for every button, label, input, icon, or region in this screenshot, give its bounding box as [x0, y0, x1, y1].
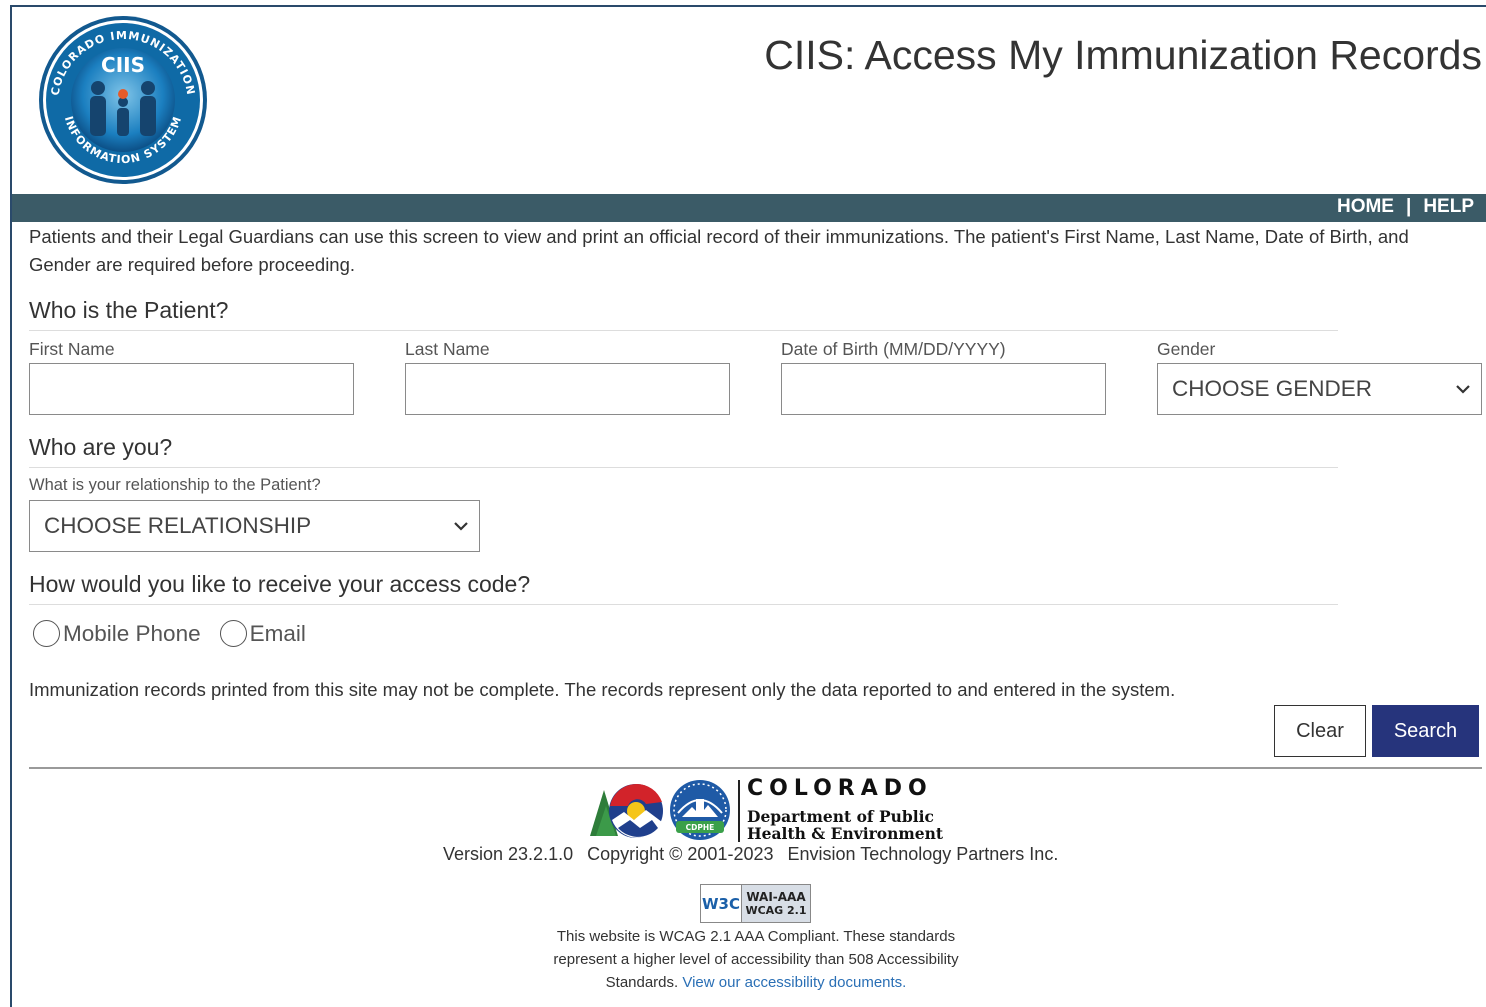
top-navbar: HOME | HELP	[12, 194, 1486, 222]
section-divider	[29, 604, 1338, 605]
chevron-down-icon	[454, 522, 468, 531]
nav-separator: |	[1405, 196, 1412, 217]
section-divider	[29, 330, 1338, 331]
wcag-badge-line-2: WCAG 2.1	[745, 904, 807, 917]
mobile-phone-radio[interactable]	[33, 620, 60, 647]
wcag-compliance-text: This website is WCAG 2.1 AAA Compliant. …	[530, 925, 982, 994]
svg-text:CDPHE: CDPHE	[686, 823, 715, 832]
colorado-state-logo	[590, 783, 663, 838]
dob-input[interactable]	[781, 363, 1106, 415]
records-notice: Immunization records printed from this s…	[29, 679, 1176, 700]
gender-select[interactable]: CHOOSE GENDER	[1157, 363, 1482, 415]
footer-divider	[29, 767, 1482, 769]
dob-label: Date of Birth (MM/DD/YYYY)	[781, 339, 1006, 359]
department-name: Department of Public Health & Environmen…	[747, 808, 943, 842]
access-section-title: How would you like to receive your acces…	[29, 571, 531, 597]
access-code-options: Mobile Phone Email	[33, 620, 325, 647]
relationship-label: What is your relationship to the Patient…	[29, 476, 321, 494]
first-name-label: First Name	[29, 339, 115, 359]
relationship-select[interactable]: CHOOSE RELATIONSHIP	[29, 500, 480, 552]
copyright-text: Copyright © 2001-2023	[587, 844, 774, 864]
department-line-1: Department of Public	[747, 807, 934, 826]
colorado-wordmark: COLORADO	[747, 776, 933, 801]
w3c-logo-icon: W3C	[702, 894, 740, 913]
company-text: Envision Technology Partners Inc.	[787, 844, 1059, 864]
email-radio-label[interactable]: Email	[250, 621, 306, 647]
nav-help-link[interactable]: HELP	[1423, 196, 1474, 217]
email-radio[interactable]	[219, 620, 247, 647]
page-title: CIIS: Access My Immunization Records	[764, 32, 1482, 78]
last-name-input[interactable]	[405, 363, 730, 415]
chevron-down-icon	[1456, 385, 1470, 394]
svg-text:CIIS: CIIS	[101, 53, 145, 77]
you-section-title: Who are you?	[29, 434, 173, 460]
nav-home-link[interactable]: HOME	[1337, 196, 1394, 217]
version-line: Version 23.2.1.0 Copyright © 2001-2023 Env…	[443, 844, 1072, 865]
search-button[interactable]: Search	[1372, 705, 1479, 757]
relationship-select-value: CHOOSE RELATIONSHIP	[44, 513, 312, 538]
patient-section-title: Who is the Patient?	[29, 297, 229, 323]
intro-text: Patients and their Legal Guardians can u…	[29, 226, 1409, 275]
section-divider	[29, 467, 1338, 468]
version-text: Version 23.2.1.0	[443, 844, 574, 864]
first-name-input[interactable]	[29, 363, 354, 415]
gender-select-value: CHOOSE GENDER	[1172, 376, 1373, 401]
wcag-badge-line-1: WAI-AAA	[746, 890, 806, 904]
w3c-wcag-badge[interactable]: W3C WAI-AAA WCAG 2.1	[700, 884, 811, 923]
wcag-badge-label: WAI-AAA WCAG 2.1	[741, 885, 810, 922]
mobile-phone-radio-label[interactable]: Mobile Phone	[63, 621, 201, 647]
accessibility-documents-link[interactable]: View our accessibility documents.	[682, 974, 906, 991]
clear-button[interactable]: Clear	[1274, 705, 1366, 757]
cdphe-logo: CDPHE	[670, 780, 730, 840]
ciis-seal-logo: COLORADO IMMUNIZATION INFORMATION SYSTEM…	[39, 16, 207, 184]
gender-label: Gender	[1157, 339, 1216, 359]
department-line-2: Health & Environment	[747, 824, 944, 843]
last-name-label: Last Name	[405, 339, 490, 359]
logo-divider	[738, 780, 740, 842]
